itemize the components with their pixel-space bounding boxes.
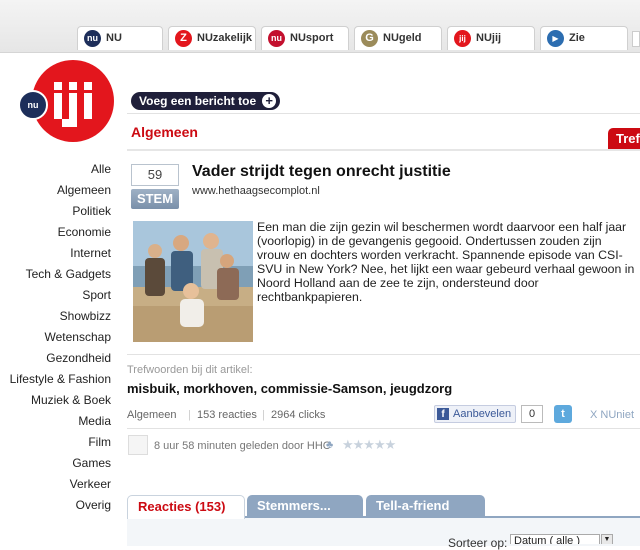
tab-label: NUjij (476, 32, 502, 44)
tag-separator: , (253, 381, 258, 396)
tab-label: NUzakelijk (197, 32, 253, 44)
add-message-label: Voeg een bericht toe (139, 94, 257, 108)
article-body: Een man die zijn gezin wil beschermen wo… (257, 220, 635, 304)
tab-label: Zie (569, 32, 585, 44)
article-photo (133, 221, 253, 342)
article-title[interactable]: Vader strijdt tegen onrecht justitie (192, 163, 451, 181)
tab-nujij[interactable]: jij NUjij (447, 26, 535, 50)
tab-nuzakelijk[interactable]: Z NUzakelijk (168, 26, 256, 50)
sidebar-item-verkeer[interactable]: Verkeer (70, 477, 111, 491)
sidebar-item-economie[interactable]: Economie (58, 225, 111, 239)
tab-zie[interactable]: ▶ Zie (540, 26, 628, 50)
vote-count: 59 (131, 164, 179, 186)
sidebar-item-lifestyle-fashion[interactable]: Lifestyle & Fashion (10, 372, 111, 386)
meta-separator: | (262, 409, 265, 421)
tag-link[interactable]: morkhoven (183, 381, 253, 396)
sort-select[interactable]: Datum ( alle ) (510, 534, 600, 544)
plus-icon: + (262, 94, 277, 108)
divider (127, 113, 640, 114)
tab-label: NUgeld (383, 32, 422, 44)
twitter-icon[interactable]: t (554, 405, 572, 423)
avatar[interactable] (128, 435, 148, 455)
section-title: Algemeen (131, 124, 198, 140)
tag-link[interactable]: jeugdzorg (390, 381, 452, 396)
tags-label: Trefwoorden bij dit artikel: (127, 364, 253, 376)
sidebar-item-internet[interactable]: Internet (70, 246, 111, 260)
sort-label: Sorteer op: (448, 536, 508, 550)
section-divider (127, 149, 640, 151)
tag-link[interactable]: commissie-Samson (261, 381, 383, 396)
sidebar-item-overig[interactable]: Overig (76, 498, 111, 512)
posted-info: 8 uur 58 minuten geleden door HHC (154, 440, 331, 452)
tag-separator: , (382, 381, 387, 396)
tab-overflow[interactable] (632, 31, 640, 47)
sidebar-item-algemeen[interactable]: Algemeen (57, 183, 111, 197)
tags-list: misbuik, morkhoven, commissie-Samson, je… (127, 381, 452, 396)
add-message-button[interactable]: Voeg een bericht toe + (131, 92, 281, 110)
tab-label: NU (106, 32, 122, 44)
tab-label: NUsport (290, 32, 334, 44)
xnu-niet-link[interactable]: X NUniet (590, 409, 634, 421)
z-icon: Z (175, 30, 192, 47)
sidebar-item-sport[interactable]: Sport (82, 288, 111, 302)
meta-category[interactable]: Algemeen (127, 409, 177, 421)
meta-separator: | (188, 409, 191, 421)
sidebar-item-tech-gadgets[interactable]: Tech & Gadgets (26, 267, 111, 281)
vote-button[interactable]: STEM (131, 189, 179, 209)
nu-icon: nu (268, 30, 285, 47)
tag-link[interactable]: misbuik (127, 381, 176, 396)
sidebar-item-alle[interactable]: Alle (91, 162, 111, 176)
tab-trefwoorden[interactable]: Tref (608, 128, 640, 150)
tab-nugeld[interactable]: G NUgeld (354, 26, 442, 50)
nu-icon: nu (84, 30, 101, 47)
sidebar-item-gezondheid[interactable]: Gezondheid (46, 351, 111, 365)
facebook-like-label: Aanbevelen (453, 408, 512, 420)
facebook-icon: f (437, 408, 449, 420)
meta-reactions[interactable]: 153 reacties (197, 409, 257, 421)
sidebar-item-games[interactable]: Games (72, 456, 111, 470)
add-user-icon[interactable]: ♣ (326, 439, 333, 451)
tab-reacties[interactable]: Reacties (153) (127, 495, 245, 519)
play-icon: ▶ (547, 30, 564, 47)
chevron-down-icon[interactable]: ▼ (601, 534, 613, 544)
tab-nu[interactable]: nu NU (77, 26, 163, 50)
tab-nusport[interactable]: nu NUsport (261, 26, 349, 50)
sidebar-item-showbizz[interactable]: Showbizz (60, 309, 111, 323)
divider (127, 354, 640, 355)
facebook-like-button[interactable]: f Aanbevelen (434, 405, 516, 423)
sidebar-item-media[interactable]: Media (78, 414, 111, 428)
facebook-like-count: 0 (521, 405, 543, 423)
tab-tell-a-friend[interactable]: Tell-a-friend (366, 495, 485, 517)
sidebar-item-film[interactable]: Film (88, 435, 111, 449)
article-source[interactable]: www.hethaagsecomplot.nl (192, 185, 320, 197)
divider (127, 428, 640, 429)
sidebar-item-politiek[interactable]: Politiek (72, 204, 111, 218)
nu-logo-badge[interactable]: nu (18, 90, 48, 120)
sidebar-item-muziek-boek[interactable]: Muziek & Boek (31, 393, 111, 407)
g-icon: G (361, 30, 378, 47)
tab-stemmers[interactable]: Stemmers... (247, 495, 363, 517)
meta-clicks: 2964 clicks (271, 409, 326, 421)
tag-separator: , (176, 381, 180, 396)
rating-stars[interactable]: ★★★★★ (342, 437, 396, 453)
jij-icon: jij (454, 30, 471, 47)
sidebar-item-wetenschap[interactable]: Wetenschap (45, 330, 112, 344)
